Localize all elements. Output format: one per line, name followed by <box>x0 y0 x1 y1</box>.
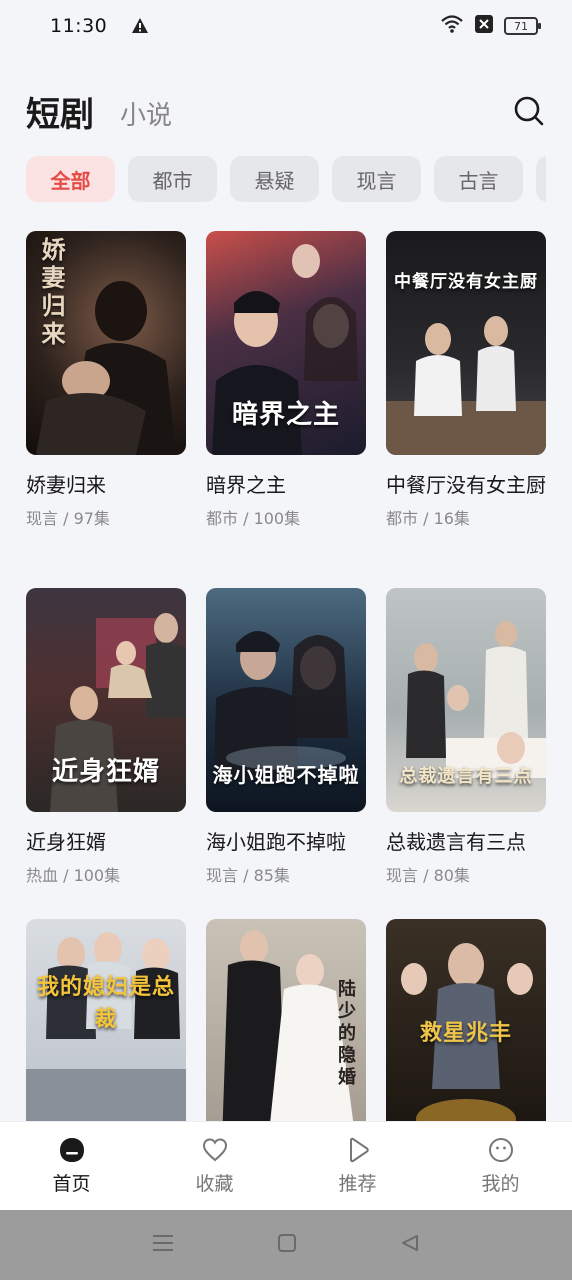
warning-icon <box>131 17 149 35</box>
drama-card[interactable]: 娇妻归来 娇妻归来 现言 / 97集 <box>26 231 186 529</box>
chip-mystery[interactable]: 悬疑 <box>230 156 319 202</box>
nav-favorites[interactable]: 收藏 <box>170 1137 260 1196</box>
drama-meta: 现言 / 97集 <box>26 509 110 528</box>
drama-card[interactable]: 陆少的隐婚 <box>206 919 366 1143</box>
search-button[interactable] <box>512 94 546 128</box>
system-nav-bar <box>0 1210 572 1280</box>
poster-text: 中餐厅没有女主厨 <box>394 272 538 292</box>
play-icon <box>349 1137 369 1162</box>
status-bar: 11:30 71 <box>0 0 572 52</box>
poster-text: 近身狂婿 <box>51 757 160 787</box>
chip-ancient-romance[interactable]: 古言 <box>434 156 523 202</box>
tab-novel[interactable]: 小说 <box>120 95 172 132</box>
drama-card[interactable]: 救星兆丰 <box>386 919 546 1143</box>
poster-image: 海小姐跑不掉啦 <box>206 588 366 812</box>
drama-meta: 热血 / 100集 <box>26 866 121 885</box>
category-chips: 全部 都市 悬疑 现言 古言 <box>26 156 546 202</box>
drama-title: 娇妻归来 <box>26 473 106 497</box>
tab-short-drama[interactable]: 短剧 <box>26 87 94 136</box>
drama-title: 总裁遗言有三点 <box>386 830 526 854</box>
nav-profile[interactable]: 我的 <box>456 1137 546 1196</box>
poster-text: 陆少的隐婚 <box>335 979 356 1089</box>
bottom-nav: 首页 收藏 推荐 我的 <box>0 1121 572 1210</box>
heart-icon <box>202 1137 227 1161</box>
nav-label: 首页 <box>52 1172 91 1195</box>
wifi-icon <box>440 14 464 38</box>
poster-text: 救星兆丰 <box>419 1021 512 1046</box>
poster-image: 娇妻归来 <box>26 231 186 455</box>
header: 短剧 小说 <box>26 86 546 136</box>
poster-image: 救星兆丰 <box>386 919 546 1143</box>
battery-icon: 71 <box>504 17 541 35</box>
drama-card[interactable]: 暗界之主 暗界之主 都市 / 100集 <box>206 231 366 529</box>
no-sim-icon <box>474 14 494 38</box>
home-square-icon[interactable] <box>277 1233 297 1257</box>
poster-text: 娇妻归来 <box>37 237 65 349</box>
drama-card[interactable]: 总裁遗言有三点 总裁遗言有三点 现言 / 80集 <box>386 588 546 886</box>
poster-text: 总裁遗言有三点 <box>399 766 533 787</box>
chip-urban[interactable]: 都市 <box>128 156 217 202</box>
drama-title: 暗界之主 <box>206 473 286 497</box>
drama-card[interactable]: 海小姐跑不掉啦 海小姐跑不掉啦 现言 / 85集 <box>206 588 366 886</box>
poster-image: 陆少的隐婚 <box>206 919 366 1143</box>
poster-image: 我的媳妇是总裁 <box>26 919 186 1143</box>
nav-home[interactable]: 首页 <box>27 1137 117 1196</box>
drama-title: 近身狂婿 <box>26 830 106 854</box>
drama-title: 海小姐跑不掉啦 <box>206 830 346 854</box>
poster-text: 我的媳妇是总裁 <box>36 975 175 1032</box>
poster-text: 海小姐跑不掉啦 <box>212 763 360 787</box>
poster-image: 总裁遗言有三点 <box>386 588 546 812</box>
back-icon[interactable] <box>400 1233 420 1257</box>
drama-card[interactable]: 我的媳妇是总裁 <box>26 919 186 1143</box>
menu-icon[interactable] <box>152 1233 174 1257</box>
profile-icon <box>488 1137 513 1162</box>
drama-meta: 都市 / 100集 <box>206 509 301 528</box>
search-icon <box>514 96 544 126</box>
poster-text: 暗界之主 <box>231 400 340 430</box>
drama-meta: 现言 / 85集 <box>206 866 290 885</box>
poster-image: 暗界之主 <box>206 231 366 455</box>
nav-recommend[interactable]: 推荐 <box>313 1137 403 1196</box>
home-icon <box>59 1137 84 1162</box>
chip-modern-romance[interactable]: 现言 <box>332 156 421 202</box>
poster-image: 近身狂婿 <box>26 588 186 812</box>
poster-image: 中餐厅没有女主厨 <box>386 231 546 455</box>
drama-card[interactable]: 中餐厅没有女主厨 中餐厅没有女主厨 都市 / 16集 <box>386 231 546 529</box>
status-time: 11:30 <box>50 15 108 37</box>
nav-label: 我的 <box>481 1172 520 1195</box>
drama-meta: 都市 / 16集 <box>386 509 470 528</box>
nav-label: 收藏 <box>195 1172 234 1195</box>
drama-card[interactable]: 近身狂婿 近身狂婿 热血 / 100集 <box>26 588 186 886</box>
chip-more[interactable] <box>536 156 546 202</box>
chip-all[interactable]: 全部 <box>26 156 115 202</box>
drama-title: 中餐厅没有女主厨 <box>386 473 546 497</box>
drama-meta: 现言 / 80集 <box>386 866 470 885</box>
nav-label: 推荐 <box>338 1172 377 1195</box>
